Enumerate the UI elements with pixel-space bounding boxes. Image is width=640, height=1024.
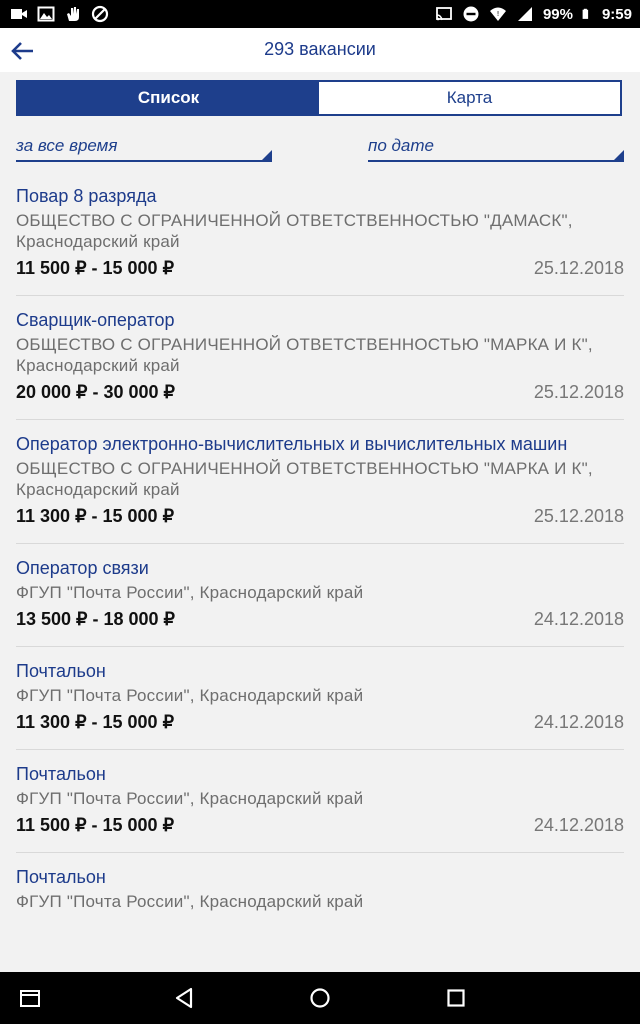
vacancy-employer: ОБЩЕСТВО С ОГРАНИЧЕННОЙ ОТВЕТСТВЕННОСТЬЮ… — [16, 211, 573, 251]
back-icon[interactable] — [172, 986, 196, 1010]
clock: 9:59 — [601, 5, 632, 23]
view-toggle: Список Карта — [16, 80, 622, 116]
overview-icon[interactable] — [444, 986, 468, 1010]
vacancy-title: Почтальон — [16, 867, 106, 887]
vacancy-salary: 20 000 ₽ - 30 000 ₽ — [16, 382, 176, 402]
vacancy-date: 24.12.2018 — [533, 815, 624, 835]
app-bar: 293 вакансии — [0, 28, 640, 72]
period-filter-dropdown[interactable]: за все время — [16, 136, 272, 162]
vacancy-date: 25.12.2018 — [533, 258, 624, 278]
home-icon[interactable] — [308, 986, 332, 1010]
vacancy-item[interactable]: Почтальон ФГУП "Почта России", Краснодар… — [0, 750, 640, 852]
vacancy-date: 24.12.2018 — [533, 609, 624, 629]
vacancy-item[interactable]: Почтальон ФГУП "Почта России", Краснодар… — [0, 853, 640, 927]
sort-filter-label: по дате — [368, 136, 434, 155]
vacancy-item[interactable]: Сварщик-оператор ОБЩЕСТВО С ОГРАНИЧЕННОЙ… — [0, 296, 640, 419]
status-bar: ! 99% 9:59 — [0, 0, 640, 28]
vacancy-item[interactable]: Повар 8 разряда ОБЩЕСТВО С ОГРАНИЧЕННОЙ … — [0, 172, 640, 295]
dropdown-triangle-icon — [614, 150, 624, 160]
vacancy-salary: 11 300 ₽ - 15 000 ₽ — [16, 506, 175, 526]
vacancy-employer: ОБЩЕСТВО С ОГРАНИЧЕННОЙ ОТВЕТСТВЕННОСТЬЮ… — [16, 459, 593, 499]
wifi-icon: ! — [489, 7, 506, 21]
vacancy-list: Повар 8 разряда ОБЩЕСТВО С ОГРАНИЧЕННОЙ … — [0, 172, 640, 972]
svg-text:!: ! — [497, 10, 500, 18]
signal-icon — [517, 7, 532, 21]
tab-map[interactable]: Карта — [319, 82, 620, 114]
blocked-icon — [91, 5, 109, 23]
do-not-disturb-icon — [463, 6, 479, 22]
vacancy-date: 25.12.2018 — [533, 506, 624, 526]
vacancy-employer: ФГУП "Почта России", Краснодарский край — [16, 686, 364, 705]
vacancy-salary: 11 500 ₽ - 15 000 ₽ — [16, 258, 175, 278]
recent-apps-icon[interactable] — [18, 986, 42, 1010]
vacancy-employer: ФГУП "Почта России", Краснодарский край — [16, 892, 364, 911]
vacancy-date: 25.12.2018 — [533, 382, 624, 402]
vacancy-employer: ФГУП "Почта России", Краснодарский край — [16, 789, 364, 808]
vacancy-salary: 11 500 ₽ - 15 000 ₽ — [16, 815, 175, 835]
hand-icon — [67, 7, 79, 21]
vacancy-item[interactable]: Оператор электронно-вычислительных и выч… — [0, 420, 640, 543]
vacancy-salary: 13 500 ₽ - 18 000 ₽ — [16, 609, 176, 629]
vacancy-date: 24.12.2018 — [533, 712, 624, 732]
vacancy-title: Почтальон — [16, 661, 106, 681]
vacancy-item[interactable]: Оператор связи ФГУП "Почта России", Крас… — [0, 544, 640, 646]
video-camera-icon — [11, 9, 27, 19]
vacancy-employer: ОБЩЕСТВО С ОГРАНИЧЕННОЙ ОТВЕТСТВЕННОСТЬЮ… — [16, 335, 593, 375]
vacancy-salary: 11 300 ₽ - 15 000 ₽ — [16, 712, 175, 732]
tab-list[interactable]: Список — [18, 82, 319, 114]
battery-icon — [582, 8, 589, 19]
vacancy-employer: ФГУП "Почта России", Краснодарский край — [16, 583, 364, 602]
system-navigation-bar — [0, 972, 640, 1024]
period-filter-label: за все время — [16, 136, 118, 155]
vacancy-item[interactable]: Почтальон ФГУП "Почта России", Краснодар… — [0, 647, 640, 749]
sort-filter-dropdown[interactable]: по дате — [368, 136, 624, 162]
vacancy-title: Почтальон — [16, 764, 106, 784]
cast-icon — [436, 7, 452, 21]
battery-percentage: 99% — [542, 5, 573, 23]
vacancy-title: Оператор связи — [16, 558, 149, 578]
vacancy-title: Оператор электронно-вычислительных и выч… — [16, 434, 568, 454]
page-title: 293 вакансии — [264, 39, 376, 59]
image-icon — [37, 6, 55, 22]
vacancy-title: Повар 8 разряда — [16, 186, 157, 206]
dropdown-triangle-icon — [262, 150, 272, 160]
vacancy-title: Сварщик-оператор — [16, 310, 175, 330]
